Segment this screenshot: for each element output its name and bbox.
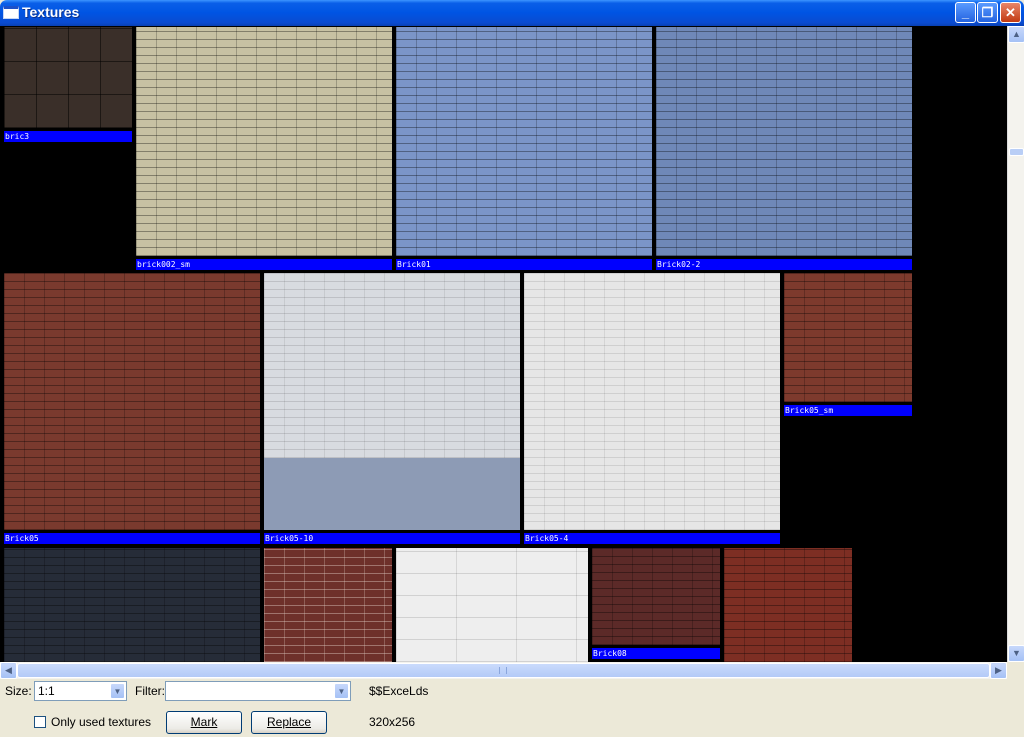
minimize-button[interactable]: _ xyxy=(955,2,976,23)
title-bar[interactable]: Textures _ ❐ ✕ xyxy=(0,0,1024,26)
horizontal-scrollbar[interactable]: ◀ ▶ xyxy=(0,662,1007,679)
texture-thumbnail xyxy=(592,548,720,645)
texture-tile[interactable]: Brick05 xyxy=(4,273,260,544)
scroll-down-button[interactable]: ▼ xyxy=(1008,645,1024,662)
texture-label: Brick01 xyxy=(396,259,652,270)
chevron-left-icon: ◀ xyxy=(5,665,12,675)
texture-label: Brick05-4 xyxy=(524,533,780,544)
texture-dimensions: 320x256 xyxy=(369,715,416,729)
window-title: Textures xyxy=(22,4,80,20)
texture-tile[interactable]: Brick05-4 xyxy=(524,273,780,544)
close-icon: ✕ xyxy=(1005,5,1016,20)
size-dropdown[interactable]: 1:1 ▼ xyxy=(34,681,127,701)
texture-label: Brick08 xyxy=(592,648,720,659)
window-icon xyxy=(3,6,19,19)
filter-label: Filter: xyxy=(135,684,165,698)
close-button[interactable]: ✕ xyxy=(1000,2,1021,23)
texture-tile[interactable]: Brick02-2 xyxy=(656,27,912,270)
scroll-up-button[interactable]: ▲ xyxy=(1008,26,1024,43)
chevron-up-icon: ▲ xyxy=(1012,29,1021,39)
texture-tile[interactable]: bric3 xyxy=(4,27,132,142)
texture-tile[interactable]: brick002_sm xyxy=(136,27,392,270)
only-used-textures-label[interactable]: Only used textures xyxy=(51,715,151,729)
texture-thumbnail xyxy=(4,273,260,530)
texture-thumbnail xyxy=(524,273,780,530)
textures-window: Textures _ ❐ ✕ bric3 brick002_sm Brick01… xyxy=(0,0,1024,737)
vertical-scrollbar[interactable]: ▲ ▼ xyxy=(1007,26,1024,662)
texture-thumbnail xyxy=(724,548,852,662)
texture-thumbnail xyxy=(4,548,260,662)
chevron-down-icon: ▼ xyxy=(1012,648,1021,658)
texture-thumbnail xyxy=(396,27,652,256)
horizontal-scroll-thumb[interactable] xyxy=(17,663,990,678)
texture-label: Brick05-10 xyxy=(264,533,520,544)
texture-label: Brick05_sm xyxy=(784,405,912,416)
size-value: 1:1 xyxy=(38,684,55,698)
texture-tile[interactable] xyxy=(724,548,852,662)
only-used-textures-checkbox[interactable] xyxy=(34,716,46,728)
texture-tile[interactable] xyxy=(264,548,392,662)
texture-thumbnail xyxy=(656,27,912,256)
texture-label: Brick02-2 xyxy=(656,259,912,270)
texture-grid[interactable]: bric3 brick002_sm Brick01 Brick02-2 Bric… xyxy=(0,26,1007,662)
texture-tile[interactable]: Brick05-10 xyxy=(264,273,520,544)
replace-button-label: Replace xyxy=(266,715,312,729)
grip-icon xyxy=(499,667,507,674)
texture-tile[interactable] xyxy=(4,548,260,662)
texture-label: brick002_sm xyxy=(136,259,392,270)
chevron-down-icon[interactable]: ▼ xyxy=(110,683,125,699)
mark-button-label: Mark xyxy=(190,715,218,729)
selected-texture-name: $$ExceLds xyxy=(369,684,429,698)
filter-dropdown[interactable]: ▼ xyxy=(165,681,351,701)
size-label: Size: xyxy=(5,684,32,698)
texture-tile[interactable]: Brick05_sm xyxy=(784,273,912,416)
texture-label: Brick05 xyxy=(4,533,260,544)
texture-thumbnail xyxy=(264,273,520,530)
vertical-scroll-thumb[interactable] xyxy=(1009,148,1024,156)
chevron-down-icon[interactable]: ▼ xyxy=(334,683,349,699)
texture-thumbnail xyxy=(396,548,588,662)
texture-tile[interactable]: Brick01 xyxy=(396,27,652,270)
texture-label: bric3 xyxy=(4,131,132,142)
texture-thumbnail xyxy=(136,27,392,256)
scroll-left-button[interactable]: ◀ xyxy=(0,662,17,679)
texture-thumbnail xyxy=(4,27,132,128)
texture-tile[interactable]: Brick08 xyxy=(592,548,720,659)
minimize-icon: _ xyxy=(961,5,970,20)
replace-button[interactable]: Replace xyxy=(251,711,327,734)
chevron-right-icon: ▶ xyxy=(995,665,1002,675)
texture-thumbnail xyxy=(784,273,912,402)
restore-button[interactable]: ❐ xyxy=(977,2,998,23)
mark-button[interactable]: Mark xyxy=(166,711,242,734)
texture-thumbnail xyxy=(264,548,392,662)
restore-icon: ❐ xyxy=(981,5,994,20)
scrollbar-corner xyxy=(1007,662,1024,679)
texture-tile[interactable] xyxy=(396,548,588,662)
scroll-right-button[interactable]: ▶ xyxy=(990,662,1007,679)
